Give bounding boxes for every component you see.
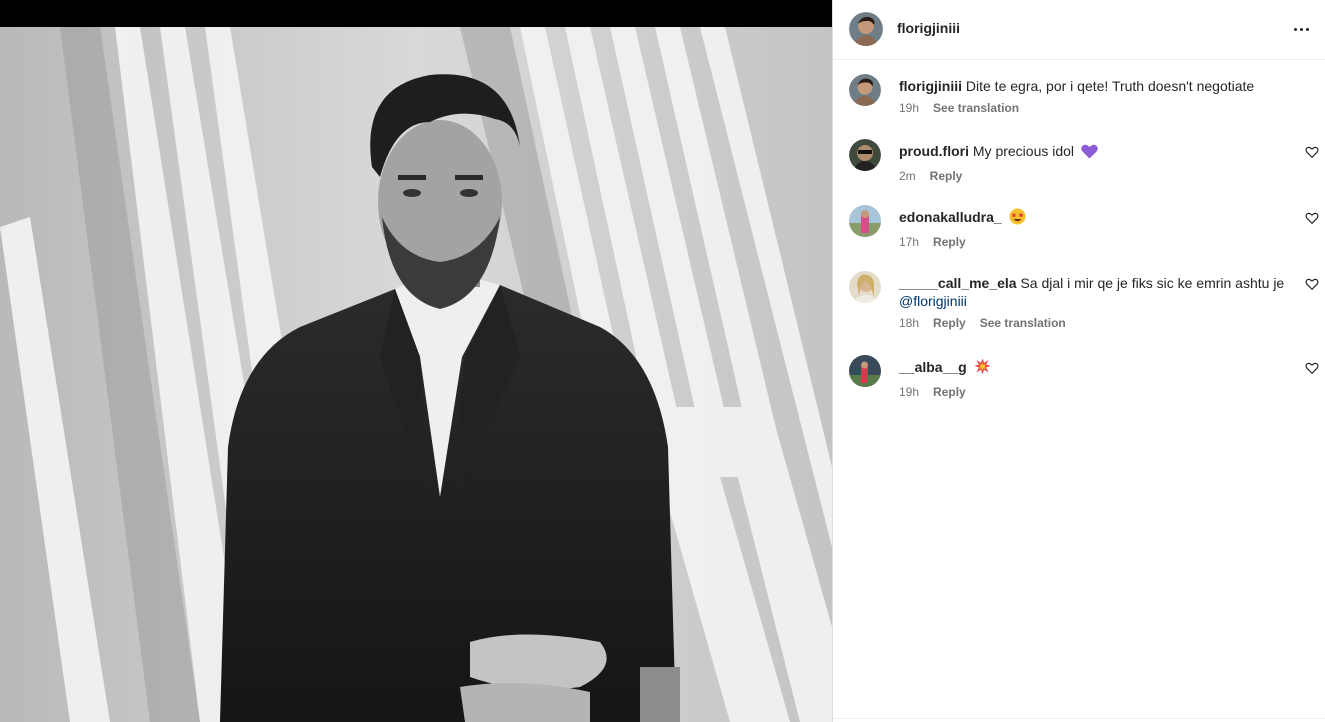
heart-outline-icon[interactable] bbox=[1305, 211, 1319, 225]
portrait-image bbox=[0, 27, 832, 722]
purple-heart-icon bbox=[1081, 144, 1098, 163]
heart-outline-icon[interactable] bbox=[1305, 277, 1319, 291]
comment-username[interactable]: _____call_me_ela bbox=[899, 275, 1017, 291]
comment-text: Sa djal i mir qe je fiks sic ke emrin as… bbox=[1020, 275, 1285, 291]
comment-body: edonakalludra_ 17h Reply bbox=[899, 208, 1295, 249]
post-media bbox=[0, 0, 832, 722]
post-photo[interactable] bbox=[0, 27, 832, 722]
reply-button[interactable]: Reply bbox=[933, 316, 966, 330]
commenter-avatar[interactable] bbox=[849, 139, 881, 171]
comments-panel: florigjiniii florigjiniii Dite te egra, … bbox=[832, 0, 1325, 722]
caption-body: florigjiniii Dite te egra, por i qete! T… bbox=[899, 77, 1295, 115]
caption-username[interactable]: florigjiniii bbox=[899, 78, 962, 94]
caption-avatar[interactable] bbox=[849, 74, 881, 106]
star-struck-icon bbox=[1009, 208, 1026, 229]
commenter-avatar[interactable] bbox=[849, 205, 881, 237]
comment-username[interactable]: proud.flori bbox=[899, 143, 969, 159]
more-options-icon[interactable] bbox=[1290, 18, 1312, 40]
reply-button[interactable]: Reply bbox=[933, 235, 966, 249]
heart-outline-icon[interactable] bbox=[1305, 361, 1319, 375]
see-translation-button[interactable]: See translation bbox=[933, 101, 1019, 115]
comment-body: proud.flori My precious idol 2m Reply bbox=[899, 142, 1295, 183]
caption-time[interactable]: 19h bbox=[899, 101, 919, 115]
author-avatar[interactable] bbox=[849, 12, 883, 46]
reply-button[interactable]: Reply bbox=[933, 385, 966, 399]
comment-mention-link[interactable]: @florigjiniii bbox=[899, 293, 967, 309]
see-translation-button[interactable]: See translation bbox=[980, 316, 1066, 330]
comment-meta: 18h Reply See translation bbox=[899, 316, 1295, 330]
panel-divider bbox=[833, 718, 1325, 722]
comment-time[interactable]: 17h bbox=[899, 235, 919, 249]
caption-meta: 19h See translation bbox=[899, 101, 1295, 115]
comment-body: _____call_me_ela Sa djal i mir qe je fik… bbox=[899, 274, 1295, 330]
comment-time[interactable]: 19h bbox=[899, 385, 919, 399]
comment-time[interactable]: 2m bbox=[899, 169, 916, 183]
comment-body: __alba__g 19h Reply bbox=[899, 358, 1295, 399]
comment-username[interactable]: edonakalludra_ bbox=[899, 209, 1002, 225]
comment-meta: 17h Reply bbox=[899, 235, 1295, 249]
commenter-avatar[interactable] bbox=[849, 355, 881, 387]
post-modal: florigjiniii florigjiniii Dite te egra, … bbox=[0, 0, 1325, 722]
comment-username[interactable]: __alba__g bbox=[899, 359, 967, 375]
post-header: florigjiniii bbox=[833, 0, 1325, 60]
comment-meta: 2m Reply bbox=[899, 169, 1295, 183]
heart-outline-icon[interactable] bbox=[1305, 145, 1319, 159]
collision-icon bbox=[974, 358, 991, 379]
comment-time[interactable]: 18h bbox=[899, 316, 919, 330]
author-username[interactable]: florigjiniii bbox=[897, 20, 960, 36]
reply-button[interactable]: Reply bbox=[930, 169, 963, 183]
comment-meta: 19h Reply bbox=[899, 385, 1295, 399]
commenter-avatar[interactable] bbox=[849, 271, 881, 303]
caption-text: Dite te egra, por i qete! Truth doesn't … bbox=[965, 78, 1255, 94]
comment-text: My precious idol bbox=[972, 143, 1075, 159]
